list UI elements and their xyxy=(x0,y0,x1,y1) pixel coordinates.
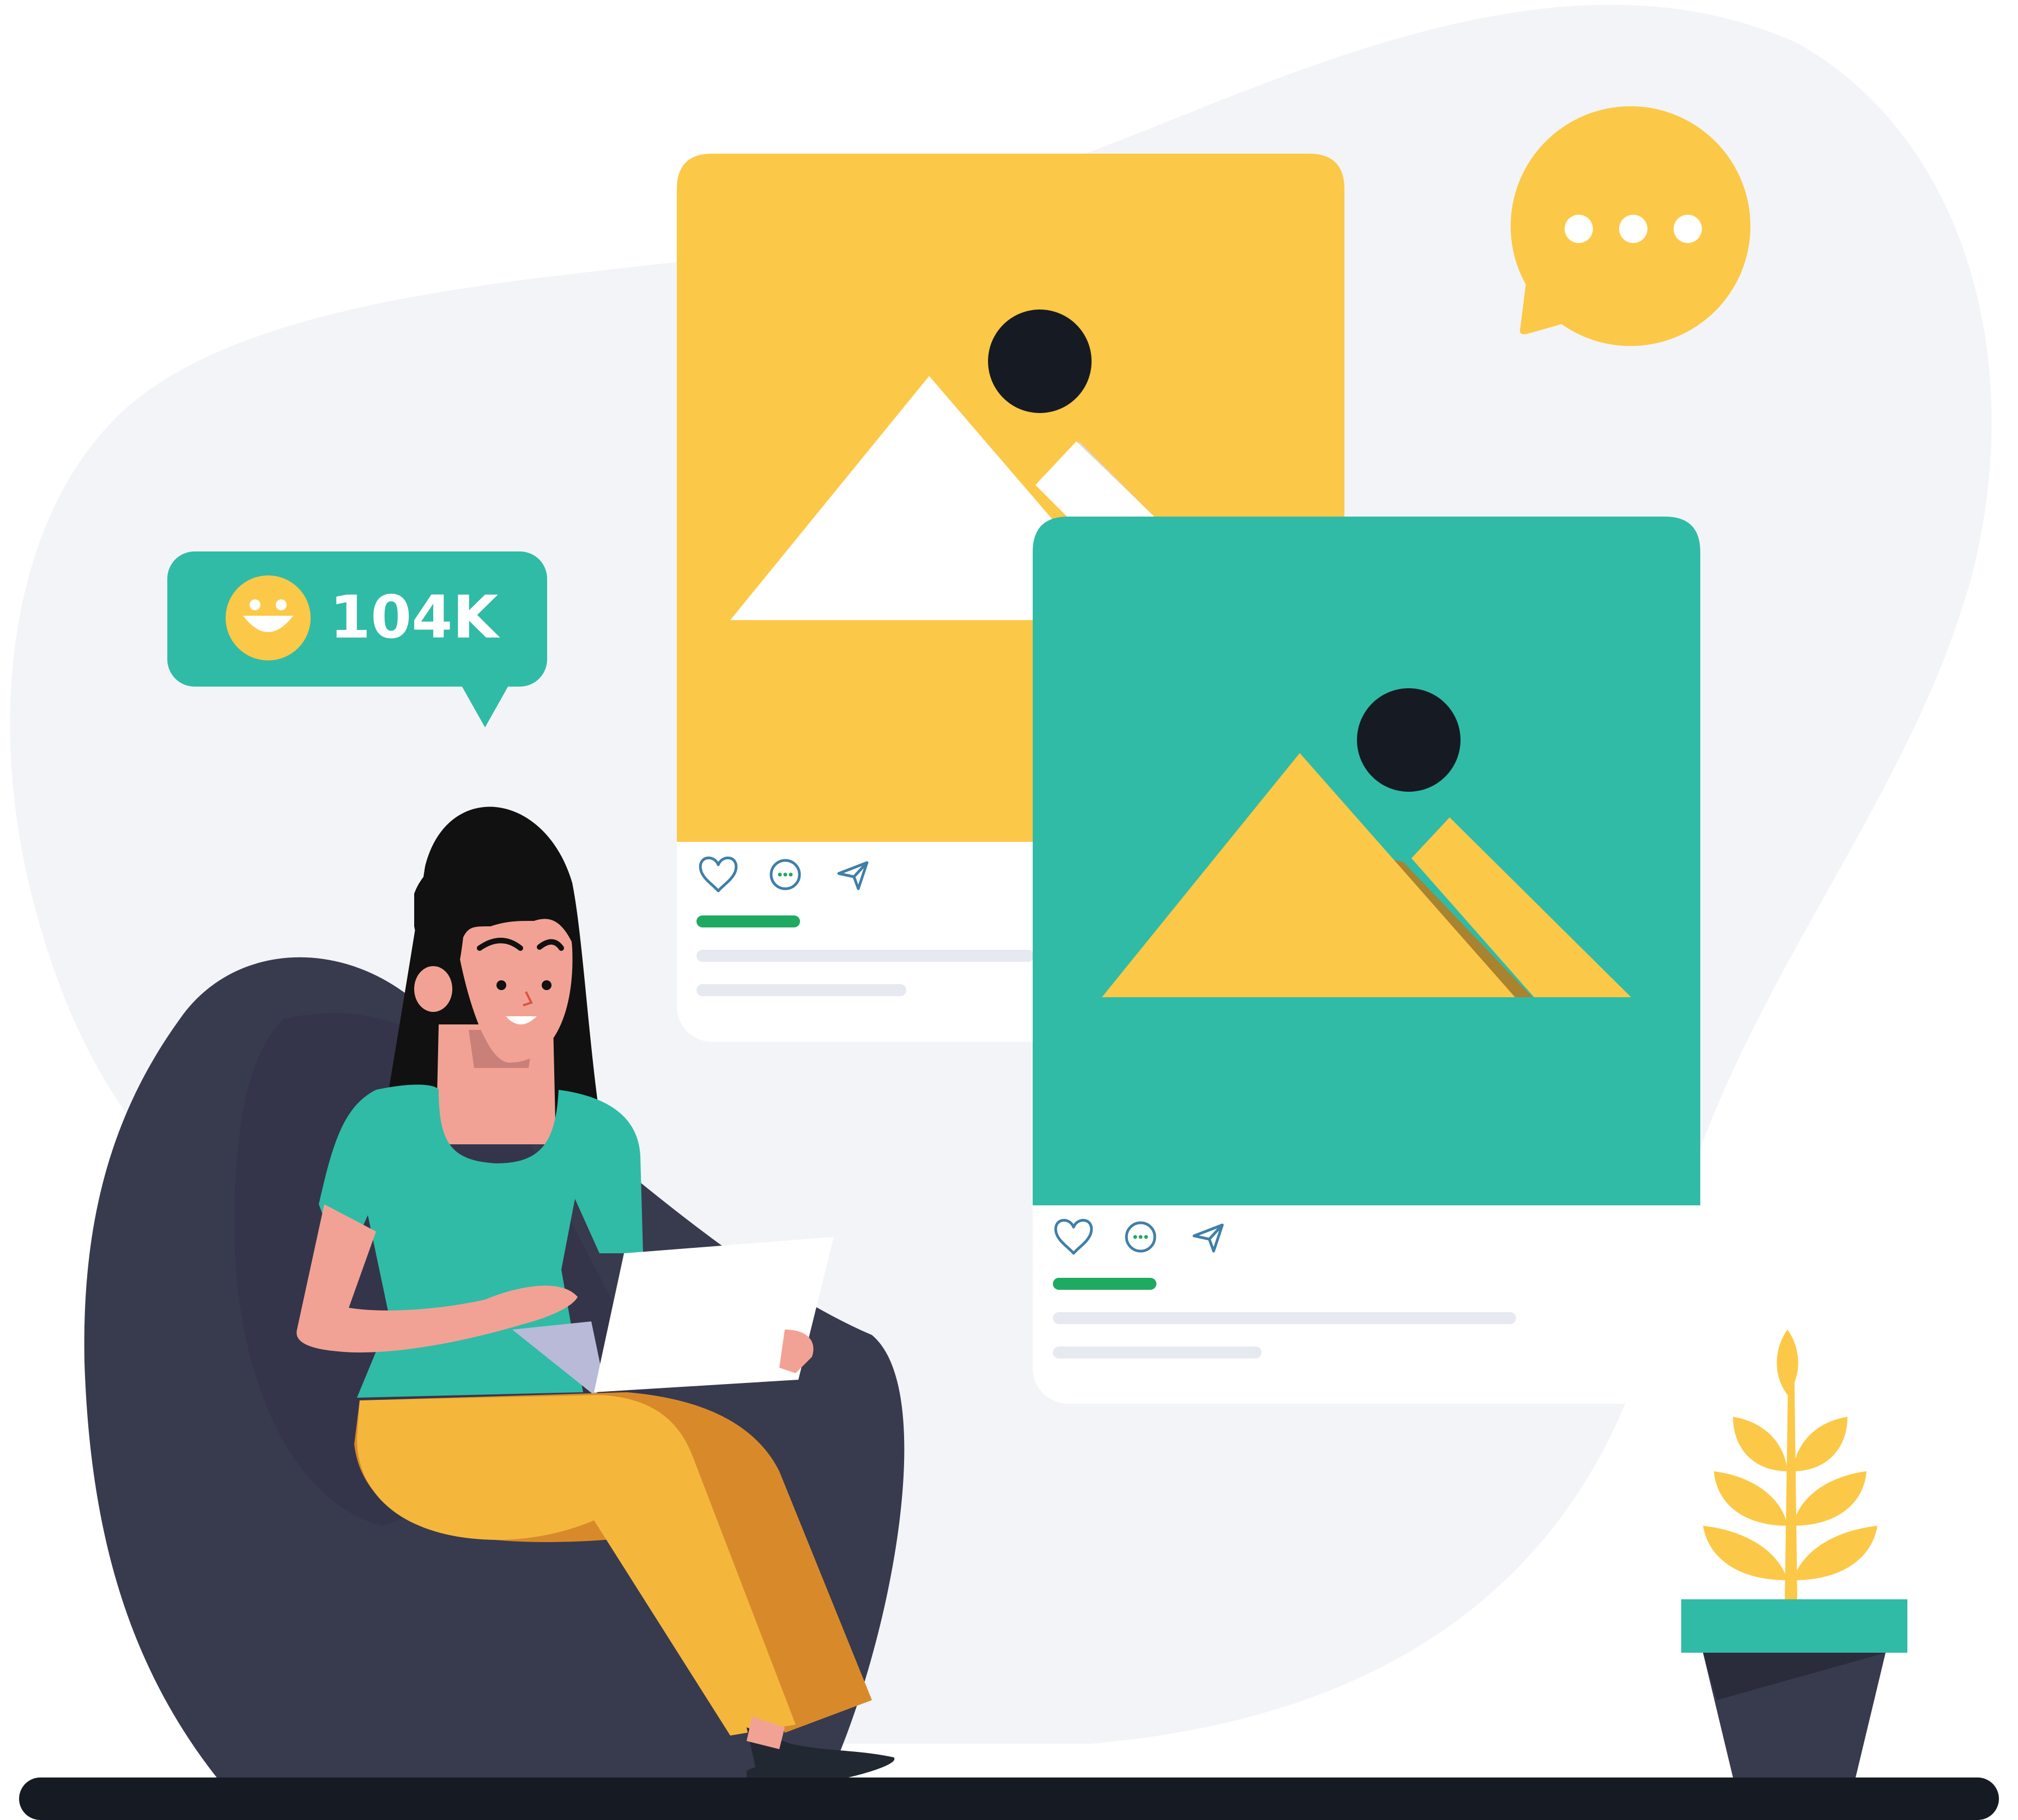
post-card-front xyxy=(1033,517,1700,1404)
post-text-line xyxy=(696,984,906,996)
post-title-bar xyxy=(696,915,800,927)
potted-plant xyxy=(1681,1330,1907,1777)
smiley-icon xyxy=(226,575,311,660)
ground-line xyxy=(19,1777,1999,1820)
illustration: 104K xyxy=(10,4,1999,1820)
post-title-bar xyxy=(1053,1278,1156,1290)
post-text-line xyxy=(1053,1346,1262,1358)
post-text-line xyxy=(1053,1312,1516,1324)
like-count: 104K xyxy=(330,584,500,652)
speech-bubble-icon xyxy=(1511,106,1750,346)
post-text-line xyxy=(696,950,1034,962)
